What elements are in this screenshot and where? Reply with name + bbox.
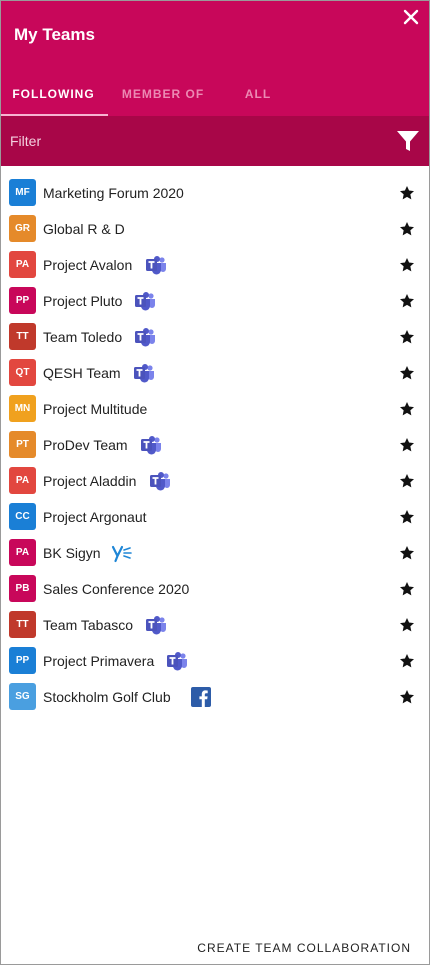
star-icon[interactable] <box>399 401 415 417</box>
star-icon[interactable] <box>399 185 415 201</box>
yammer-icon <box>111 543 133 563</box>
create-team-collaboration-button[interactable]: CREATE TEAM COLLABORATION <box>197 940 411 956</box>
facebook-icon <box>190 687 213 707</box>
star-icon[interactable] <box>399 617 415 633</box>
tab-following[interactable]: FOLLOWING <box>1 73 106 116</box>
my-teams-panel: My Teams FOLLOWING MEMBER OF ALL MF Marke… <box>0 0 430 965</box>
star-icon[interactable] <box>399 257 415 273</box>
team-row[interactable]: CC Project Argonaut <box>1 499 429 535</box>
team-name: ProDev Team <box>43 437 128 453</box>
team-avatar: GR <box>9 215 36 242</box>
star-icon[interactable] <box>399 509 415 525</box>
team-name: Global R & D <box>43 221 125 237</box>
teams-icon <box>149 471 171 491</box>
team-name: Project Primavera <box>43 653 155 669</box>
team-row[interactable]: PB Sales Conference 2020 <box>1 571 429 607</box>
close-icon <box>403 9 419 25</box>
teams-icon <box>134 327 156 347</box>
team-row[interactable]: PA Project Aladdin <box>1 463 429 499</box>
team-row[interactable]: MN Project Multitude <box>1 391 429 427</box>
team-list: MF Marketing Forum 2020 GR Global R & D PA Pr… <box>1 175 429 715</box>
team-avatar: SG <box>9 683 36 710</box>
team-name: Stockholm Golf Club <box>43 689 171 705</box>
team-avatar: PP <box>9 287 36 314</box>
team-avatar: QT <box>9 359 36 386</box>
team-row[interactable]: TT Team Tabasco <box>1 607 429 643</box>
team-row[interactable]: PA Project Avalon <box>1 247 429 283</box>
team-row[interactable]: MF Marketing Forum 2020 <box>1 175 429 211</box>
team-name: Project Argonaut <box>43 509 147 525</box>
star-icon[interactable] <box>399 365 415 381</box>
team-row[interactable]: TT Team Toledo <box>1 319 429 355</box>
star-icon[interactable] <box>399 329 415 345</box>
star-icon[interactable] <box>399 545 415 561</box>
star-icon[interactable] <box>399 437 415 453</box>
star-icon[interactable] <box>399 473 415 489</box>
team-avatar: MF <box>9 179 36 206</box>
team-avatar: PT <box>9 431 36 458</box>
teams-icon <box>166 651 188 671</box>
team-avatar: PB <box>9 575 36 602</box>
filter-icon[interactable] <box>396 129 420 153</box>
team-avatar: PA <box>9 467 36 494</box>
teams-icon <box>140 435 162 455</box>
team-row[interactable]: PA BK Sigyn <box>1 535 429 571</box>
team-row[interactable]: PT ProDev Team <box>1 427 429 463</box>
team-avatar: PP <box>9 647 36 674</box>
team-name: Project Pluto <box>43 293 123 309</box>
team-avatar: TT <box>9 611 36 638</box>
star-icon[interactable] <box>399 293 415 309</box>
star-icon[interactable] <box>399 653 415 669</box>
teams-icon <box>145 615 167 635</box>
star-icon[interactable] <box>399 689 415 705</box>
filter-input[interactable] <box>1 116 371 166</box>
header: My Teams FOLLOWING MEMBER OF ALL <box>1 1 429 116</box>
team-name: Team Toledo <box>43 329 123 345</box>
team-avatar: MN <box>9 395 36 422</box>
team-avatar: CC <box>9 503 36 530</box>
team-name: BK Sigyn <box>43 545 101 561</box>
team-row[interactable]: PP Project Primavera <box>1 643 429 679</box>
team-name: Project Aladdin <box>43 473 137 489</box>
team-avatar: TT <box>9 323 36 350</box>
team-name: QESH Team <box>43 365 121 381</box>
tab-bar: FOLLOWING MEMBER OF ALL <box>1 73 429 116</box>
teams-icon <box>133 363 155 383</box>
team-row[interactable]: PP Project Pluto <box>1 283 429 319</box>
team-name: Team Tabasco <box>43 617 134 633</box>
team-row[interactable]: SG Stockholm Golf Club <box>1 679 429 715</box>
star-icon[interactable] <box>399 221 415 237</box>
teams-icon <box>134 291 156 311</box>
team-row[interactable]: QT QESH Team <box>1 355 429 391</box>
team-name: Project Multitude <box>43 401 148 417</box>
tab-member-of[interactable]: MEMBER OF <box>111 73 215 116</box>
star-icon[interactable] <box>399 581 415 597</box>
filter-bar <box>1 116 429 166</box>
team-name: Sales Conference 2020 <box>43 581 190 597</box>
teams-icon <box>145 255 167 275</box>
team-row[interactable]: GR Global R & D <box>1 211 429 247</box>
team-name: Project Avalon <box>43 257 133 273</box>
page-title: My Teams <box>14 25 95 44</box>
team-avatar: PA <box>9 539 36 566</box>
close-button[interactable] <box>399 5 423 29</box>
tab-all[interactable]: ALL <box>233 73 283 116</box>
team-name: Marketing Forum 2020 <box>43 185 184 201</box>
team-avatar: PA <box>9 251 36 278</box>
